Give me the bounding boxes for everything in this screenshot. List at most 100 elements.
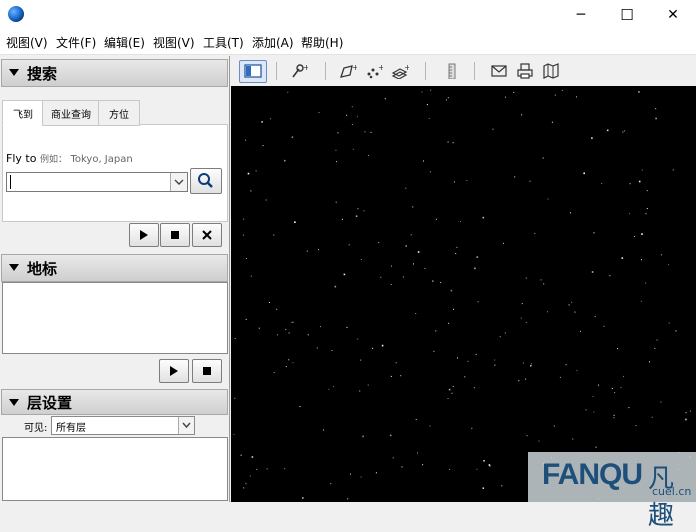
search-button[interactable] <box>190 168 222 194</box>
toolbar-separator <box>325 62 326 80</box>
play-tour-button[interactable] <box>129 223 159 247</box>
star <box>240 454 242 456</box>
star <box>370 131 372 133</box>
ruler-icon[interactable] <box>443 63 461 79</box>
add-image-overlay-icon[interactable]: + <box>391 63 409 79</box>
tab-directions[interactable]: 方位 <box>98 100 140 126</box>
star <box>613 414 615 416</box>
print-icon[interactable] <box>516 63 534 79</box>
search-panel-title: 搜索 <box>27 65 58 83</box>
star <box>390 375 392 377</box>
star <box>614 392 616 394</box>
star <box>471 427 473 429</box>
star <box>476 256 479 258</box>
minimize-button[interactable]: ─ <box>558 0 604 30</box>
star <box>430 89 432 91</box>
fly-to-dropdown-button[interactable] <box>170 173 187 191</box>
tab-business-search[interactable]: 商业查询 <box>42 100 100 126</box>
star <box>405 245 407 247</box>
star <box>641 233 643 235</box>
menu-help[interactable]: 帮助(H) <box>301 34 343 51</box>
layers-tree[interactable] <box>2 437 228 501</box>
menu-edit[interactable]: 编辑(E) <box>104 34 145 51</box>
places-panel-header[interactable]: 地标 <box>1 254 228 282</box>
star <box>668 322 670 324</box>
star <box>251 456 254 458</box>
star <box>391 265 392 267</box>
star <box>415 419 417 421</box>
star <box>307 334 309 336</box>
star <box>447 97 449 99</box>
star <box>417 452 418 454</box>
star <box>574 311 576 313</box>
add-path-icon[interactable]: + <box>365 63 383 79</box>
maximize-button[interactable]: ☐ <box>604 0 650 30</box>
star <box>482 216 485 219</box>
star <box>356 116 358 118</box>
star <box>292 321 294 323</box>
star <box>474 267 476 270</box>
layers-panel-header[interactable]: 层设置 <box>1 389 228 415</box>
places-stop-button[interactable] <box>192 359 222 383</box>
star <box>572 438 574 440</box>
menu-add[interactable]: 添加(A) <box>252 34 294 51</box>
star <box>456 246 458 248</box>
star <box>453 308 454 310</box>
menu-file[interactable]: 文件(F) <box>56 34 96 51</box>
watermark-domain: cuel.cn <box>652 485 692 498</box>
menu-tools[interactable]: 工具(T) <box>203 34 244 51</box>
add-placemark-icon[interactable]: + <box>290 63 308 79</box>
star <box>299 406 301 407</box>
star <box>460 221 461 222</box>
menu-view-2[interactable]: 视图(V) <box>153 34 195 51</box>
star <box>505 96 506 98</box>
star <box>513 91 515 93</box>
star <box>243 487 245 489</box>
toggle-sidebar-button[interactable] <box>239 60 267 83</box>
star <box>384 98 386 100</box>
star <box>452 385 454 387</box>
search-panel-header[interactable]: 搜索 <box>1 59 228 87</box>
star <box>633 236 635 237</box>
fly-to-input[interactable] <box>6 172 188 192</box>
stop-icon <box>171 231 179 239</box>
star <box>435 218 437 220</box>
layers-view-select[interactable]: 所有层 <box>51 416 195 435</box>
star <box>623 130 625 132</box>
star <box>291 321 293 323</box>
add-polygon-icon[interactable]: + <box>339 63 357 79</box>
tab-fly-to[interactable]: 飞到 <box>2 100 44 126</box>
places-tree[interactable] <box>2 282 228 354</box>
star <box>276 308 278 310</box>
star <box>341 218 343 220</box>
search-icon <box>198 173 213 188</box>
star <box>333 386 335 388</box>
star <box>320 326 321 328</box>
star <box>266 468 268 470</box>
layers-view-dropdown[interactable] <box>178 417 194 434</box>
star <box>351 106 353 108</box>
menu-view-1[interactable]: 视图(V) <box>6 34 48 51</box>
view-in-maps-icon[interactable] <box>542 63 560 79</box>
star <box>660 401 662 403</box>
star <box>457 357 458 359</box>
star <box>595 446 597 448</box>
star <box>234 397 236 399</box>
star <box>629 183 631 185</box>
star <box>389 434 392 437</box>
star <box>368 154 369 156</box>
close-button[interactable]: ✕ <box>650 0 696 30</box>
email-icon[interactable] <box>490 63 508 79</box>
star <box>426 104 428 106</box>
earth-viewport[interactable] <box>231 86 696 502</box>
stop-button[interactable] <box>160 223 190 247</box>
places-play-button[interactable] <box>159 359 189 383</box>
star <box>554 94 556 96</box>
watermark-brand: FANQU <box>542 458 643 491</box>
stop-icon <box>203 367 211 375</box>
clear-search-button[interactable] <box>192 223 222 247</box>
star <box>355 215 358 217</box>
star <box>689 410 691 412</box>
star <box>623 375 624 377</box>
star <box>291 136 294 138</box>
